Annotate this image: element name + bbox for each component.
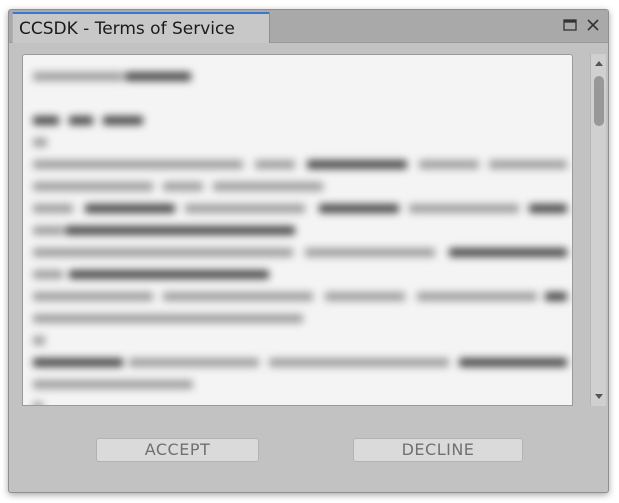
decline-button[interactable]: DECLINE: [353, 438, 523, 462]
scroll-down-button[interactable]: [591, 388, 607, 404]
terms-text-blurred: [23, 55, 572, 405]
close-icon: [587, 19, 599, 31]
scroll-thumb[interactable]: [594, 76, 604, 126]
title-bar: CCSDK - Terms of Service: [9, 10, 608, 43]
arrow-up-icon: [595, 61, 603, 66]
window-tab[interactable]: CCSDK - Terms of Service: [12, 12, 270, 43]
terms-of-service-window: CCSDK - Terms of Service ACCEPT DECLINE: [8, 9, 609, 493]
maximize-button[interactable]: [561, 16, 579, 34]
accept-button[interactable]: ACCEPT: [96, 438, 259, 462]
scroll-up-button[interactable]: [591, 56, 607, 72]
terms-text-area[interactable]: [22, 54, 573, 406]
arrow-down-icon: [595, 394, 603, 399]
window-title: CCSDK - Terms of Service: [19, 19, 235, 39]
close-button[interactable]: [584, 16, 602, 34]
maximize-icon: [563, 19, 577, 31]
vertical-scrollbar[interactable]: [590, 54, 606, 406]
